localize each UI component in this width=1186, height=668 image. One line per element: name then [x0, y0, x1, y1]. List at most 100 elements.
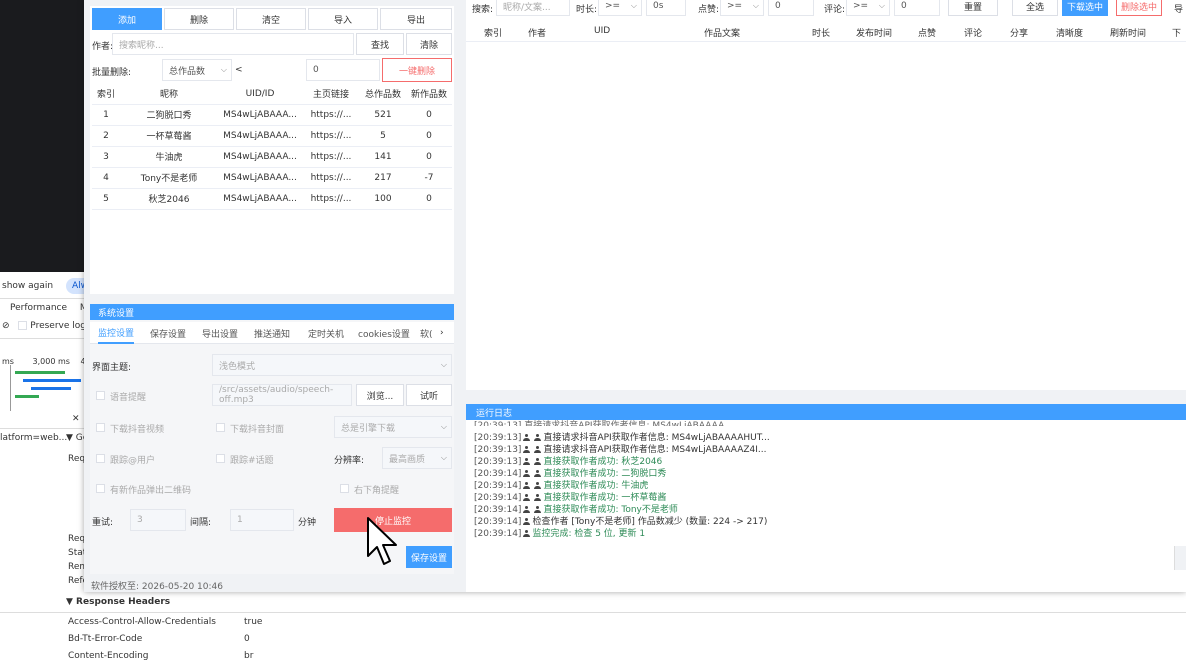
test-audio-button[interactable]: 试听: [406, 384, 452, 406]
save-settings-button[interactable]: 保存设置: [406, 546, 452, 568]
voice-checkbox[interactable]: [96, 391, 105, 400]
clear-button[interactable]: 清空: [236, 8, 306, 30]
delete-selected-button[interactable]: 删除选中: [1116, 0, 1162, 16]
download-cover-label: 下载抖音封面: [230, 425, 285, 435]
export-truncated[interactable]: 导: [1174, 2, 1183, 15]
reset-button[interactable]: 重置: [948, 0, 998, 16]
browse-button[interactable]: 浏览...: [356, 384, 404, 406]
table-cell: MS4wLjABAAA...: [218, 146, 302, 168]
tab-cookies[interactable]: cookies设置: [358, 322, 410, 344]
tab-software[interactable]: 软(: [420, 322, 433, 344]
column-header[interactable]: 昵称: [120, 84, 218, 105]
batch-field-select[interactable]: 总作品数 ⌵: [162, 59, 232, 81]
tab-shutdown[interactable]: 定时关机: [308, 322, 344, 344]
qr-label: 有新作品弹出二维码: [110, 486, 192, 496]
column-header[interactable]: 清晰度: [1056, 26, 1083, 39]
column-header[interactable]: 新作品数: [406, 84, 452, 105]
voice-path-input[interactable]: /src/assets/audio/speech-off.mp3: [212, 384, 352, 406]
close-icon[interactable]: ✕: [72, 414, 80, 424]
column-header[interactable]: 刷新时间: [1110, 26, 1146, 39]
column-header[interactable]: 总作品数: [360, 84, 406, 105]
table-cell: MS4wLjABAAA...: [218, 125, 302, 147]
likes-op-select[interactable]: >= ⌵: [720, 0, 764, 16]
divider: [0, 612, 1186, 613]
column-header[interactable]: 点赞: [918, 26, 936, 39]
column-header[interactable]: 主页链接: [302, 84, 360, 105]
bottom-first-checkbox[interactable]: [340, 484, 349, 493]
follow-user-checkbox[interactable]: [96, 454, 105, 463]
retry-input[interactable]: 3: [130, 509, 186, 531]
chevron-right-icon[interactable]: ›: [440, 322, 444, 344]
table-row[interactable]: 1 二狗脱口秀 MS4wLjABAAA... https://... 521 0: [92, 104, 452, 126]
import-button[interactable]: 导入: [308, 8, 378, 30]
table-cell: 521: [360, 104, 406, 126]
user-icon: [523, 482, 531, 489]
column-header[interactable]: 索引: [92, 84, 120, 105]
works-search-input[interactable]: 昵称/文案...: [496, 0, 570, 16]
interval-unit: 分钟: [298, 518, 317, 528]
table-row[interactable]: 5 秋芝2046 MS4wLjABAAA... https://... 100 0: [92, 188, 452, 210]
preserve-log-checkbox[interactable]: [18, 321, 28, 330]
column-header[interactable]: 索引: [484, 26, 502, 39]
theme-select[interactable]: 浅色模式 ⌵: [212, 354, 452, 376]
download-selected-button[interactable]: 下载选中: [1062, 0, 1108, 16]
filter-icon[interactable]: ⊘: [2, 321, 10, 331]
qr-checkbox[interactable]: [96, 484, 105, 493]
engine-select[interactable]: 总是引擎下载 ⌵: [334, 416, 452, 438]
column-header[interactable]: 时长: [812, 26, 830, 39]
tab-export[interactable]: 导出设置: [202, 322, 238, 344]
add-button[interactable]: 添加: [92, 8, 162, 30]
column-header[interactable]: UID: [594, 26, 610, 36]
follow-topic-checkbox[interactable]: [216, 454, 225, 463]
column-header[interactable]: 评论: [964, 26, 982, 39]
app-window: 添加 删除 清空 导入 导出 作者: 搜索昵称... 查找 清除 批量删除: 总…: [84, 0, 1186, 592]
tab-performance[interactable]: Performance: [10, 303, 67, 313]
comments-op-select[interactable]: >= ⌵: [846, 0, 890, 16]
user-icon: [534, 482, 542, 489]
author-label: 作者:: [92, 42, 114, 52]
clear-search-button[interactable]: 清除: [406, 33, 452, 55]
batch-delete-button[interactable]: 一键删除: [382, 58, 452, 82]
table-row[interactable]: 2 一杯草莓酱 MS4wLjABAAA... https://... 5 0: [92, 125, 452, 147]
duration-op-select[interactable]: >= ⌵: [598, 0, 642, 16]
duration-input[interactable]: 0s: [646, 0, 686, 16]
user-icon: [534, 446, 542, 453]
tab-save[interactable]: 保存设置: [150, 322, 186, 344]
column-header[interactable]: 发布时间: [856, 26, 892, 39]
column-header[interactable]: 分享: [1010, 26, 1028, 39]
column-header[interactable]: 作者: [528, 26, 546, 39]
chevron-down-icon: ⌵: [878, 1, 885, 10]
search-label: 搜索:: [472, 5, 494, 15]
table-row[interactable]: 4 Tony不是老师 MS4wLjABAAA... https://... 217 -7: [92, 167, 452, 189]
table-cell: 秋芝2046: [120, 188, 218, 210]
export-button[interactable]: 导出: [380, 8, 452, 30]
show-again-link[interactable]: show again: [2, 281, 53, 291]
timeline-bar: [31, 387, 71, 390]
download-video-checkbox[interactable]: [96, 423, 105, 432]
likes-input[interactable]: 0: [768, 0, 814, 16]
log-scroll-handle[interactable]: [1174, 546, 1186, 570]
author-search-input[interactable]: 搜索昵称...: [112, 33, 354, 55]
tab-push[interactable]: 推送通知: [254, 322, 290, 344]
timeline-bar: [15, 371, 65, 374]
interval-input[interactable]: 1: [230, 509, 294, 531]
resolution-select[interactable]: 最高画质 ⌵: [382, 447, 452, 469]
resolution-label: 分辨率:: [334, 456, 365, 466]
find-button[interactable]: 查找: [356, 33, 404, 55]
column-header[interactable]: 作品文案: [704, 26, 740, 39]
tab-monitor[interactable]: 监控设置: [98, 322, 135, 344]
log-text: 监控完成: 检查 5 位, 更新 1: [532, 529, 646, 539]
comments-input[interactable]: 0: [894, 0, 940, 16]
column-header[interactable]: UID/ID: [218, 84, 302, 105]
table-row[interactable]: 3 牛油虎 MS4wLjABAAA... https://... 141 0: [92, 146, 452, 168]
timeline-bar: [15, 395, 39, 398]
network-timeline[interactable]: [10, 365, 82, 411]
delete-button[interactable]: 删除: [164, 8, 234, 30]
column-header[interactable]: 下: [1172, 26, 1181, 39]
request-name[interactable]: latform=web...: [0, 433, 67, 443]
response-headers-title[interactable]: ▼ Response Headers: [66, 597, 170, 607]
user-icon: [534, 458, 542, 465]
download-cover-checkbox[interactable]: [216, 423, 225, 432]
batch-value-input[interactable]: 0: [306, 59, 380, 81]
select-all-button[interactable]: 全选: [1012, 0, 1058, 16]
